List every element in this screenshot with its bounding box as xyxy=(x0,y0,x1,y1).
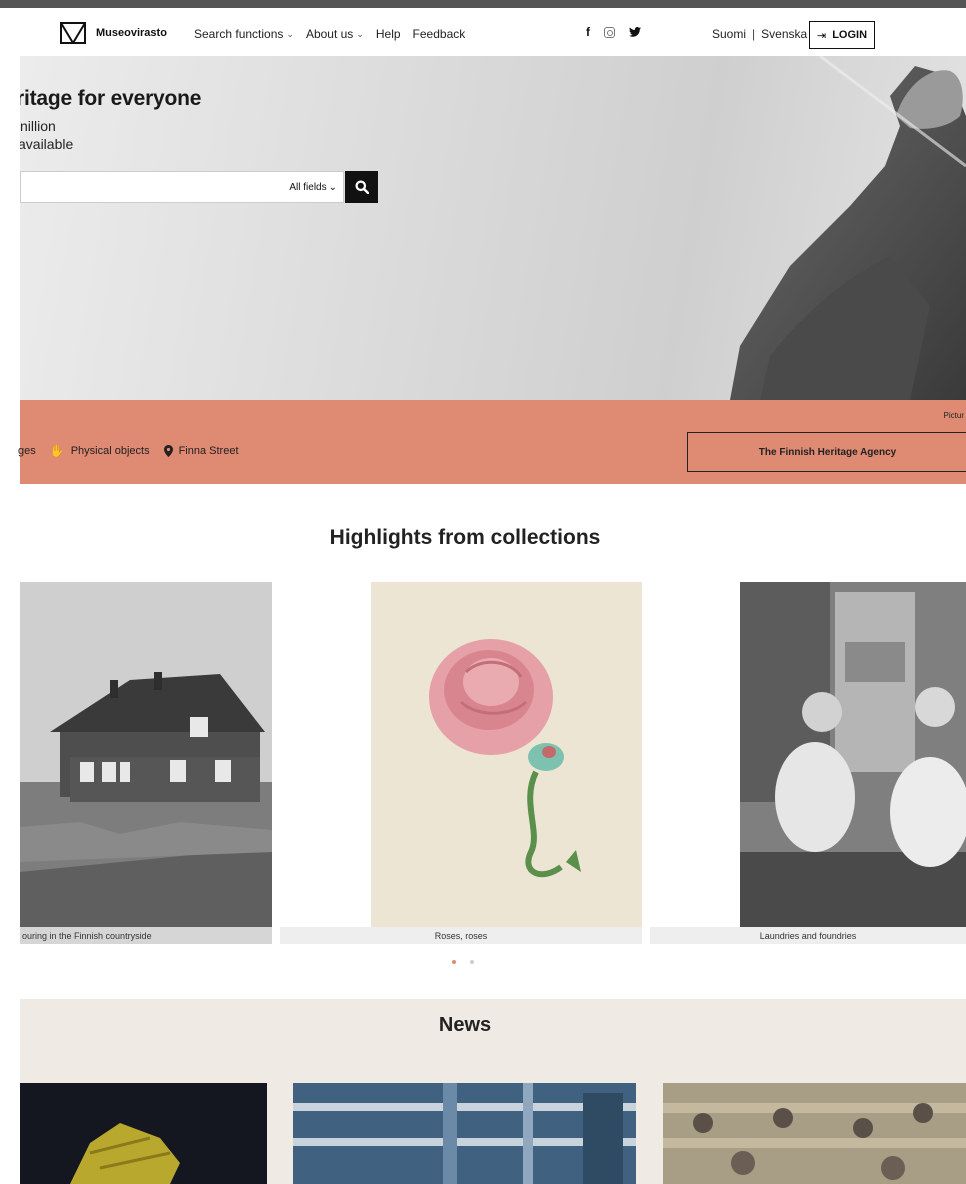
quick-link-label: Physical objects xyxy=(70,445,150,457)
hero-subtitle-line1: nillion xyxy=(20,118,56,134)
highlight-card[interactable]: Roses, roses xyxy=(280,582,642,944)
nav-feedback[interactable]: Feedback xyxy=(413,27,466,41)
laundry-photo xyxy=(740,582,966,927)
news-image xyxy=(663,1083,966,1184)
search-button[interactable] xyxy=(345,171,378,203)
nav-label: About us xyxy=(305,27,354,41)
hero: ritage for everyone nillion available Al… xyxy=(20,56,966,400)
nav-search-functions[interactable]: Search functions ⌄ xyxy=(194,27,294,41)
news-image xyxy=(70,1123,180,1184)
search-icon xyxy=(355,180,369,194)
card-caption: Roses, roses xyxy=(280,927,642,944)
carousel-dots xyxy=(452,960,474,964)
quick-link-physical-objects[interactable]: ✋ Physical objects xyxy=(50,444,150,458)
search-scope-select[interactable]: All fields ⌄ xyxy=(289,182,337,193)
highlights-title: Highlights from collections xyxy=(329,526,601,549)
news-section: News xyxy=(20,999,966,1184)
login-button[interactable]: ⇥ LOGIN xyxy=(809,21,875,49)
logo-text: Museovirasto xyxy=(96,27,167,39)
news-title: News xyxy=(438,1014,492,1036)
main-nav: Search functions ⌄ About us ⌄ Help Feedb… xyxy=(194,27,465,41)
chevron-down-icon: ⌄ xyxy=(286,28,294,39)
social-links: f xyxy=(586,25,641,39)
top-strip xyxy=(0,0,966,8)
search-scope-label: All fields xyxy=(289,182,327,193)
lang-separator: | xyxy=(752,27,756,41)
quick-links-band: Pictur ges ✋ Physical objects Finna Stre… xyxy=(18,400,966,484)
nav-label: Help xyxy=(375,27,401,41)
chevron-down-icon: ⌄ xyxy=(328,182,337,193)
search-input[interactable] xyxy=(25,176,285,198)
carousel-dot-1[interactable] xyxy=(452,960,456,964)
quick-link-label: ges xyxy=(18,445,36,457)
quick-link-finna-street[interactable]: Finna Street xyxy=(163,445,239,457)
carousel-dot-2[interactable] xyxy=(470,960,474,964)
logo[interactable]: Museovirasto xyxy=(60,22,167,44)
quick-links: ges ✋ Physical objects Finna Street xyxy=(18,444,239,458)
site-header: Museovirasto Search functions ⌄ About us… xyxy=(0,8,966,56)
login-label: LOGIN xyxy=(832,29,868,41)
news-image xyxy=(293,1083,636,1184)
news-card[interactable] xyxy=(20,1083,267,1184)
card-caption: ouring in the Finnish countryside xyxy=(20,927,272,944)
search-box: All fields ⌄ xyxy=(20,171,344,203)
map-pin-icon xyxy=(163,445,173,457)
login-icon: ⇥ xyxy=(816,29,827,42)
picture-credit[interactable]: Pictur xyxy=(944,411,964,420)
museovirasto-logo-icon xyxy=(60,22,86,44)
news-card[interactable] xyxy=(293,1083,636,1184)
laundry-scene xyxy=(740,582,966,927)
nav-label: Search functions xyxy=(194,27,284,41)
hero-photo xyxy=(730,56,966,400)
quick-link-label: Finna Street xyxy=(178,445,239,457)
nav-help[interactable]: Help xyxy=(376,27,401,41)
hand-icon: ✋ xyxy=(49,444,65,458)
rose-drawing xyxy=(429,639,581,878)
chevron-down-icon: ⌄ xyxy=(356,28,364,39)
hero-subtitle-line2: available xyxy=(20,136,74,152)
nav-about-us[interactable]: About us ⌄ xyxy=(306,27,364,41)
instagram-icon[interactable] xyxy=(604,26,615,38)
card-caption: Laundries and foundries xyxy=(650,927,966,944)
quick-link-images[interactable]: ges xyxy=(18,445,36,457)
highlight-card[interactable]: Laundries and foundries xyxy=(650,582,966,944)
rose-illustration xyxy=(371,582,642,927)
news-card[interactable] xyxy=(663,1083,966,1184)
twitter-icon[interactable] xyxy=(629,27,641,37)
facebook-icon[interactable]: f xyxy=(586,25,590,39)
house-photo xyxy=(20,582,272,944)
lang-svenska[interactable]: Svenska xyxy=(761,27,807,41)
finnish-heritage-agency-button[interactable]: The Finnish Heritage Agency xyxy=(687,432,966,472)
lang-suomi[interactable]: Suomi xyxy=(712,27,746,41)
highlight-card[interactable]: ouring in the Finnish countryside xyxy=(20,582,272,944)
nav-label: Feedback xyxy=(412,27,466,41)
language-switcher: Suomi | Svenska xyxy=(712,27,807,41)
hero-title: ritage for everyone xyxy=(20,87,202,110)
